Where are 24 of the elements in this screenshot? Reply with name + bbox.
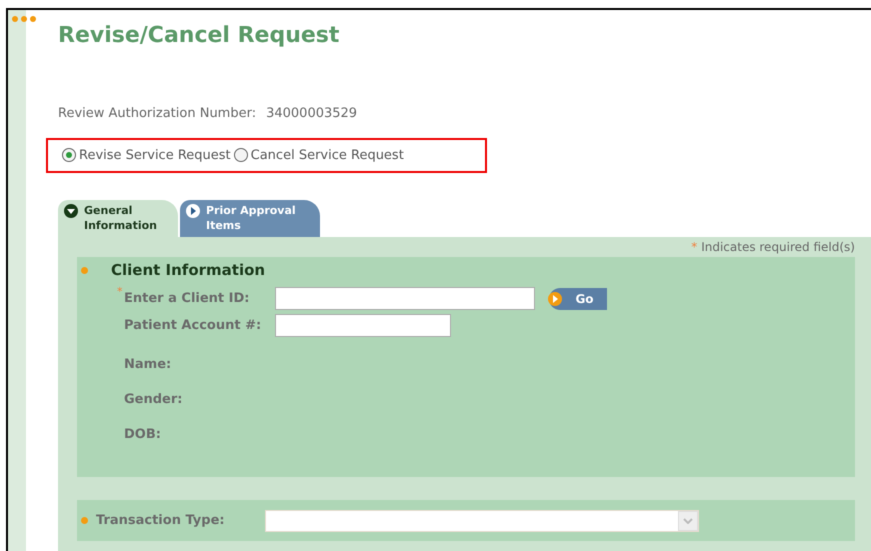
section-title: Client Information xyxy=(111,260,266,281)
required-mark: * xyxy=(117,285,122,298)
bullet-icon xyxy=(80,266,88,274)
field-label: Patient Account #: xyxy=(124,316,262,335)
authorization-number: 34000003529 xyxy=(266,105,358,123)
tab[interactable]: General Information xyxy=(58,200,178,237)
required-note: Indicates required field(s) xyxy=(701,239,855,256)
transaction-dropdown[interactable] xyxy=(265,510,699,532)
page-title: Revise/Cancel Request xyxy=(58,22,340,50)
go-button[interactable]: Go xyxy=(549,288,607,310)
field-label: DOB: xyxy=(124,426,162,444)
field-label: Name: xyxy=(124,356,172,374)
request-radio[interactable]: Revise Service Request xyxy=(62,146,231,165)
field-label: Gender: xyxy=(124,390,184,409)
input-field[interactable] xyxy=(275,287,535,310)
authorization-label: Review Authorization Number: xyxy=(58,105,256,123)
request-radio[interactable]: Cancel Service Request xyxy=(234,146,404,165)
bullet-icon xyxy=(80,517,88,524)
required-mark: * xyxy=(691,239,698,256)
field-label: Transaction Type: xyxy=(96,512,226,530)
dots-icon xyxy=(12,16,36,22)
field-label: Enter a Client ID: xyxy=(124,290,250,308)
chevron-icon xyxy=(678,510,698,530)
input-field[interactable] xyxy=(275,314,451,337)
